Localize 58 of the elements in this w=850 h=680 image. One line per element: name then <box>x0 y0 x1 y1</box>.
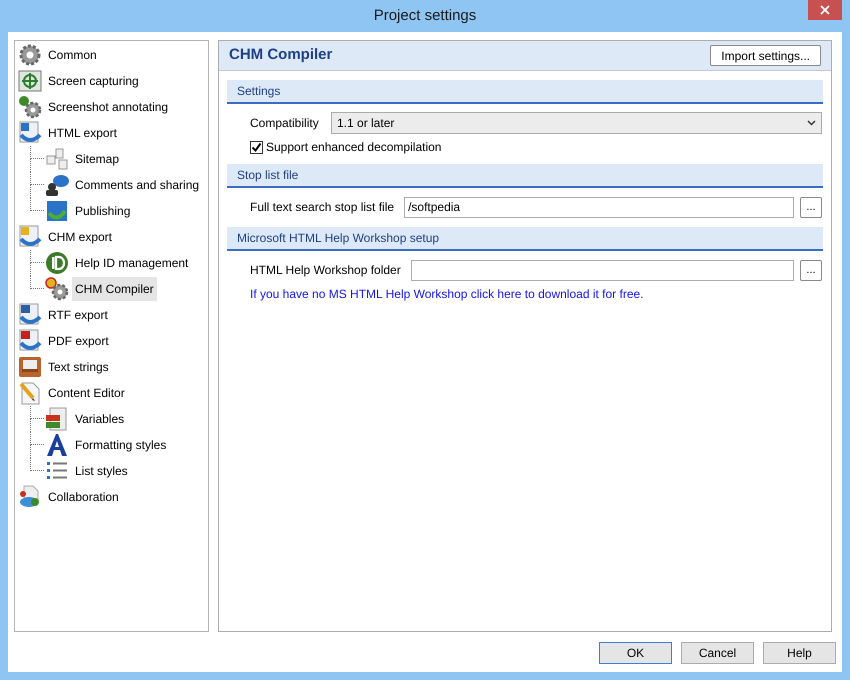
section-header: Microsoft HTML Help Workshop setup <box>227 227 823 251</box>
document-arrow-icon <box>18 121 42 145</box>
tree-item[interactable]: Comments and sharing <box>72 173 202 197</box>
tree-item[interactable]: PDF export <box>45 329 112 353</box>
chevron-down-icon <box>807 120 816 126</box>
tree-item[interactable]: List styles <box>72 459 131 483</box>
field-label: Compatibility <box>250 115 320 132</box>
download-link[interactable]: If you have no MS HTML Help Workshop click here to download it for free. <box>250 285 644 303</box>
close-icon <box>820 5 830 15</box>
tree-item[interactable]: CHM export <box>45 225 116 249</box>
tree-item[interactable]: CHM Compiler <box>72 277 157 301</box>
tree-item[interactable]: Sitemap <box>72 147 122 171</box>
documents-icon <box>45 147 69 171</box>
dialog-button[interactable]: Cancel <box>681 642 754 664</box>
panel-title: CHM Compiler <box>229 45 332 66</box>
gear-icon <box>45 277 69 301</box>
tree-item[interactable]: RTF export <box>45 303 111 327</box>
box-icon <box>18 355 42 379</box>
gear-icon <box>18 95 42 119</box>
browse-button[interactable]: ... <box>800 260 822 280</box>
tree-item[interactable]: Screen capturing <box>45 69 142 93</box>
window-title: Project settings <box>374 6 476 26</box>
tree-item[interactable]: Common <box>45 43 100 67</box>
tree-item[interactable]: Content Editor <box>45 381 128 405</box>
field-label: HTML Help Workshop folder <box>250 262 401 279</box>
tree-item[interactable]: Screenshot annotating <box>45 95 172 119</box>
compatibility-dropdown[interactable]: 1.1 or later <box>331 112 822 134</box>
help-document-icon <box>18 225 42 249</box>
letter-icon <box>45 433 69 457</box>
section-header: Settings <box>227 80 823 104</box>
pencil-document-icon <box>18 381 42 405</box>
browse-button[interactable]: ... <box>800 196 822 218</box>
id-badge-icon <box>45 251 69 275</box>
section-header: Stop list file <box>227 164 823 188</box>
path-field[interactable]: /softpedia <box>404 196 794 218</box>
pdf-document-icon <box>18 329 42 353</box>
tree-item[interactable]: Variables <box>72 407 128 431</box>
checkbox[interactable] <box>250 140 263 154</box>
people-chat-icon <box>45 173 69 197</box>
crosshair-icon <box>18 69 42 93</box>
tree-item[interactable]: Help ID management <box>72 251 192 275</box>
tree-item[interactable]: Collaboration <box>45 485 122 509</box>
publish-icon <box>45 199 69 223</box>
cloud-people-icon <box>18 485 42 509</box>
dialog-button[interactable]: Help <box>763 642 836 664</box>
import-settings-button[interactable]: Import settings... <box>710 45 821 66</box>
tree-item[interactable]: Publishing <box>72 199 134 223</box>
close-button[interactable] <box>808 0 842 20</box>
path-field[interactable] <box>410 260 794 280</box>
tree-item[interactable]: HTML export <box>45 121 120 145</box>
field-label: Full text search stop list file <box>250 199 394 216</box>
checkbox-label: Support enhanced decompilation <box>266 139 442 156</box>
tree-item[interactable]: Formatting styles <box>72 433 170 457</box>
variables-icon <box>45 407 69 431</box>
dialog-button[interactable]: OK <box>599 642 672 664</box>
tree-item[interactable]: Text strings <box>45 355 112 379</box>
word-document-icon <box>18 303 42 327</box>
gear-icon <box>18 43 42 67</box>
